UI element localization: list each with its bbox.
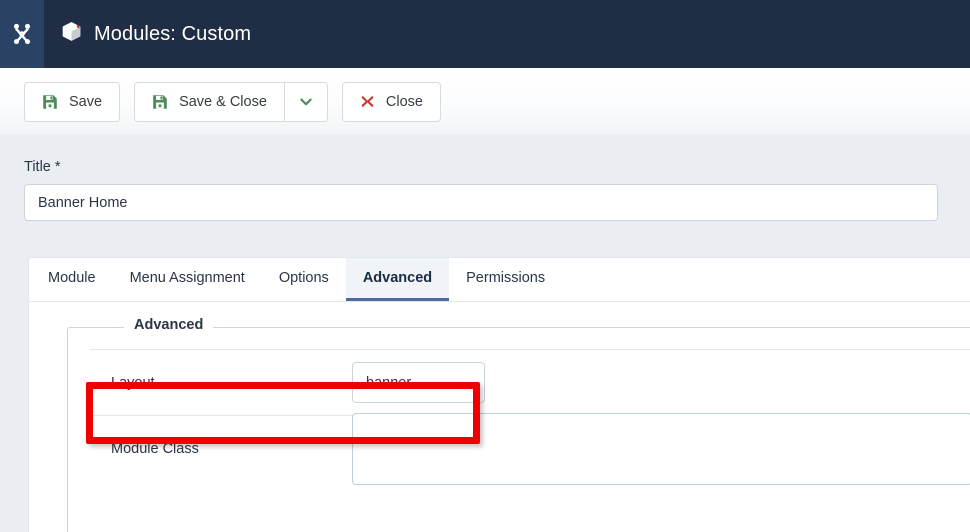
tab-menu-assignment-label: Menu Assignment bbox=[129, 270, 245, 286]
close-button[interactable]: Close bbox=[341, 81, 441, 122]
save-options-dropdown-toggle[interactable] bbox=[283, 81, 328, 122]
tab-advanced[interactable]: Advanced bbox=[345, 258, 450, 301]
chevron-down-icon bbox=[298, 94, 314, 110]
module-class-field-label: Module Class bbox=[111, 440, 199, 457]
tab-advanced-label: Advanced bbox=[362, 270, 433, 286]
save-floppy-icon bbox=[152, 94, 168, 110]
close-button-label: Close bbox=[385, 93, 423, 110]
tab-module[interactable]: Module bbox=[31, 258, 113, 301]
settings-card: Module Menu Assignment Options Advanced … bbox=[28, 257, 970, 532]
header-title-group: Modules: Custom bbox=[44, 20, 251, 48]
module-class-input[interactable] bbox=[352, 412, 970, 485]
layout-field-row: Layout banner bbox=[90, 349, 970, 415]
save-close-button-group: Save & Close bbox=[134, 81, 328, 122]
tab-module-label: Module bbox=[48, 270, 96, 286]
layout-select[interactable]: banner bbox=[352, 362, 485, 403]
tab-permissions[interactable]: Permissions bbox=[449, 258, 562, 301]
title-field-label: Title * bbox=[24, 159, 61, 175]
advanced-fieldset-legend: Advanced bbox=[124, 317, 214, 333]
save-button[interactable]: Save bbox=[24, 81, 121, 122]
page-title: Modules: Custom bbox=[94, 22, 252, 45]
joomla-logo-icon bbox=[9, 21, 35, 47]
tab-permissions-label: Permissions bbox=[466, 270, 546, 286]
save-and-close-button[interactable]: Save & Close bbox=[134, 81, 285, 122]
close-x-icon bbox=[360, 94, 375, 109]
joomla-logo-button[interactable] bbox=[0, 0, 44, 68]
tab-menu-assignment[interactable]: Menu Assignment bbox=[113, 258, 262, 301]
module-cube-icon bbox=[60, 20, 83, 48]
layout-field-label: Layout bbox=[111, 374, 155, 391]
toolbar: Save Save & Close Close bbox=[0, 68, 970, 135]
tab-options[interactable]: Options bbox=[262, 258, 346, 301]
app-header: Modules: Custom bbox=[0, 0, 970, 68]
tab-bar: Module Menu Assignment Options Advanced … bbox=[29, 258, 970, 302]
save-button-label: Save bbox=[69, 93, 103, 110]
title-field-group: Title * bbox=[24, 159, 938, 221]
advanced-fieldset: Advanced Layout banner Module Class bbox=[67, 317, 970, 532]
module-class-field-row: Module Class bbox=[90, 412, 970, 485]
layout-select-value: banner bbox=[366, 374, 412, 391]
content-area: Title * Module Menu Assignment Options A… bbox=[0, 135, 970, 532]
title-input[interactable] bbox=[24, 184, 938, 221]
save-and-close-button-label: Save & Close bbox=[179, 93, 267, 110]
joomla-admin-page: Modules: Custom Save Save & Close Close … bbox=[0, 0, 970, 532]
tab-options-label: Options bbox=[278, 270, 329, 286]
save-floppy-icon bbox=[42, 94, 58, 110]
